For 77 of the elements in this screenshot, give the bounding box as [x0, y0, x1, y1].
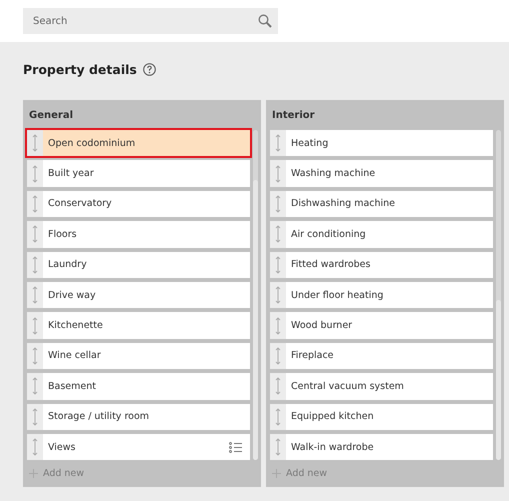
feature-item[interactable]: Conservatory	[27, 190, 250, 218]
item-label: Central vacuum system	[291, 380, 405, 392]
drag-handle-icon[interactable]	[32, 194, 38, 213]
scrollbar[interactable]	[496, 130, 501, 460]
feature-item[interactable]: Kitchenette	[27, 312, 250, 339]
item-label: Air conditioning	[291, 228, 367, 240]
item-label: Laundry	[48, 259, 88, 270]
feature-item[interactable]: Open codominium	[27, 130, 250, 156]
help-icon[interactable]	[142, 62, 156, 76]
list-options-icon[interactable]	[229, 442, 242, 453]
search-field[interactable]: Search	[23, 8, 278, 34]
item-label: Walk-in wardrobe	[291, 442, 375, 453]
drag-handle-icon[interactable]	[275, 316, 281, 335]
item-label: Built year	[48, 168, 95, 180]
feature-item[interactable]: Fitted wardrobes	[270, 252, 493, 278]
feature-item[interactable]: Laundry	[27, 252, 250, 278]
feature-item[interactable]: Wine cellar	[27, 342, 250, 370]
drag-handle-icon[interactable]	[275, 346, 281, 365]
feature-item[interactable]: Air conditioning	[270, 221, 493, 248]
item-label: Dishwashing machine	[291, 198, 396, 210]
feature-item[interactable]: Wood burner	[270, 312, 493, 339]
feature-item[interactable]: Under floor heating	[270, 282, 493, 308]
drag-handle-icon[interactable]	[32, 134, 38, 152]
feature-item[interactable]: Floors	[27, 221, 250, 248]
drag-handle-icon[interactable]	[32, 225, 38, 244]
item-label: Floors	[48, 228, 78, 240]
drag-handle-icon[interactable]	[32, 377, 38, 396]
item-label: Fireplace	[291, 350, 335, 362]
plus-icon	[29, 469, 38, 478]
item-label: Wood burner	[291, 320, 354, 332]
panel-title: Interior	[271, 109, 316, 123]
feature-item[interactable]: Dishwashing machine	[270, 190, 493, 218]
drag-handle-icon[interactable]	[32, 346, 38, 365]
item-label: Views	[48, 442, 76, 453]
drag-handle-icon[interactable]	[32, 438, 38, 456]
drag-handle-icon[interactable]	[275, 134, 281, 152]
item-label: Drive way	[48, 290, 97, 301]
search-icon	[258, 14, 272, 28]
drag-handle-icon[interactable]	[32, 256, 38, 274]
item-label: Heating	[291, 138, 330, 149]
drag-handle-icon[interactable]	[32, 316, 38, 335]
feature-item[interactable]: Drive way	[27, 282, 250, 308]
drag-handle-icon[interactable]	[275, 225, 281, 244]
drag-handle-icon[interactable]	[32, 286, 38, 304]
feature-item[interactable]: Walk-in wardrobe	[270, 434, 493, 460]
panel-title: General	[28, 109, 74, 123]
drag-handle-icon[interactable]	[32, 408, 38, 426]
item-label: Under floor heating	[291, 290, 384, 301]
item-label: Conservatory	[48, 198, 113, 210]
feature-item[interactable]: Heating	[270, 130, 493, 156]
feature-item[interactable]: Storage / utility room	[27, 404, 250, 430]
item-label: Equipped kitchen	[291, 411, 375, 422]
section-title: Property details	[23, 62, 137, 76]
drag-handle-icon[interactable]	[275, 438, 281, 456]
feature-item[interactable]: Central vacuum system	[270, 373, 493, 400]
plus-icon	[272, 469, 281, 478]
drag-handle-icon[interactable]	[275, 377, 281, 396]
drag-handle-icon[interactable]	[32, 164, 38, 183]
item-label: Kitchenette	[48, 320, 104, 332]
item-label: Fitted wardrobes	[291, 259, 372, 270]
scrollbar[interactable]	[253, 130, 258, 460]
item-label: Storage / utility room	[48, 411, 150, 422]
drag-handle-icon[interactable]	[275, 408, 281, 426]
item-label: Open codominium	[48, 138, 136, 149]
drag-handle-icon[interactable]	[275, 256, 281, 274]
feature-item[interactable]: Built year	[27, 160, 250, 187]
feature-item[interactable]: Basement	[27, 373, 250, 400]
feature-item[interactable]: Fireplace	[270, 342, 493, 370]
item-label: Washing machine	[291, 168, 376, 180]
feature-item[interactable]: Washing machine	[270, 160, 493, 187]
feature-item[interactable]: Equipped kitchen	[270, 404, 493, 430]
drag-handle-icon[interactable]	[275, 164, 281, 183]
item-label: Wine cellar	[48, 350, 102, 362]
feature-item[interactable]: Views	[27, 434, 250, 460]
drag-handle-icon[interactable]	[275, 194, 281, 213]
drag-handle-icon[interactable]	[275, 286, 281, 304]
item-label: Basement	[48, 380, 97, 392]
